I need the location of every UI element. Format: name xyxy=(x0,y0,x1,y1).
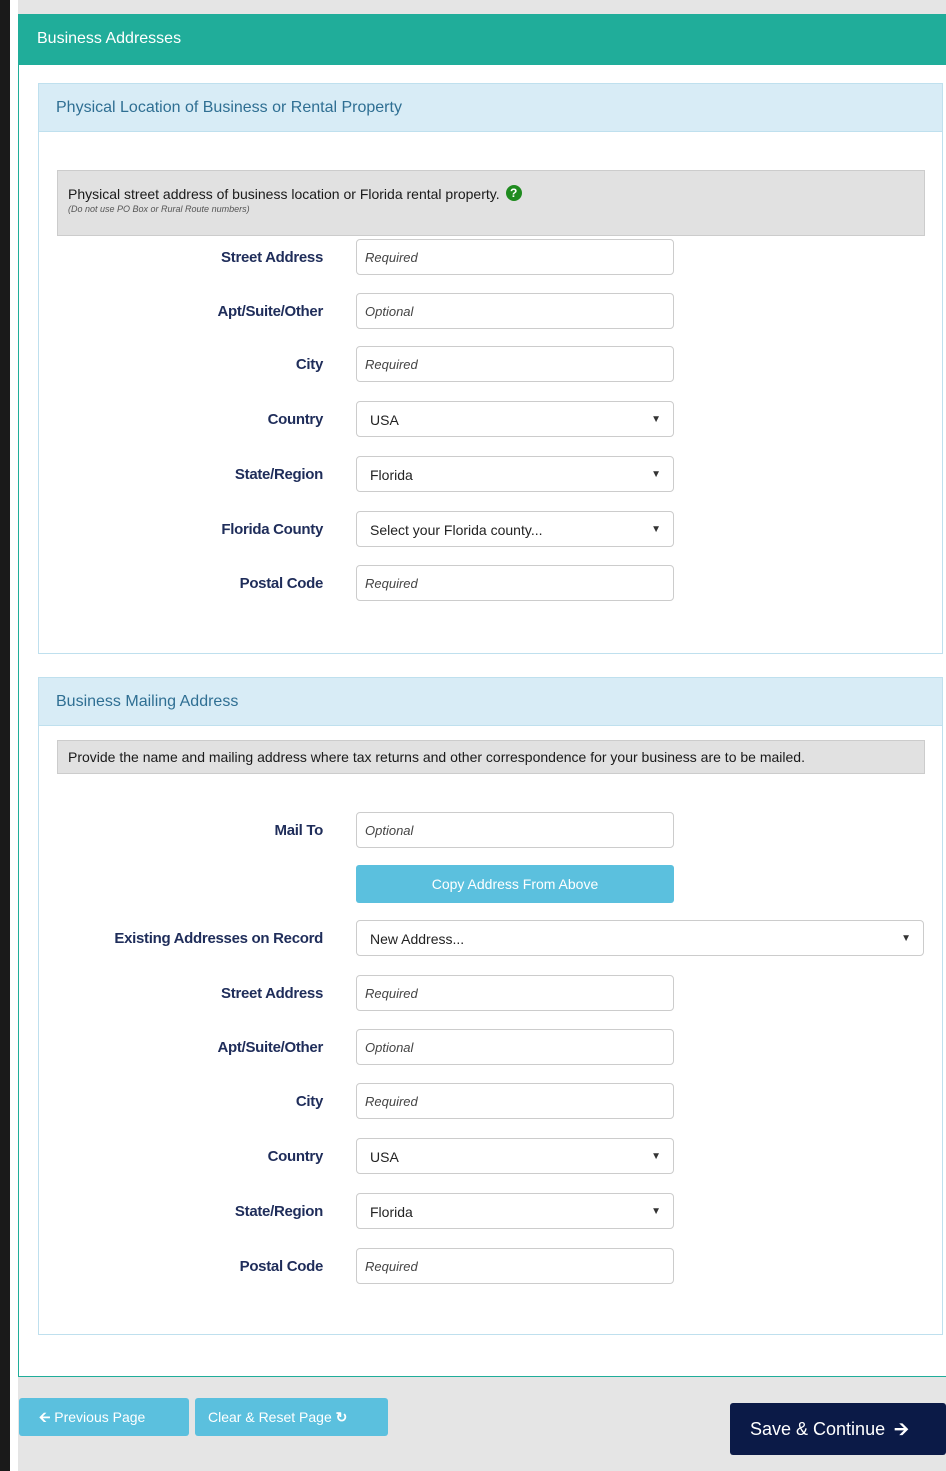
street-address-label: Street Address xyxy=(221,985,323,1002)
caret-down-icon: ▼ xyxy=(651,524,661,535)
physical-postal-input[interactable] xyxy=(356,565,674,601)
city-label: City xyxy=(295,1093,323,1110)
clear-reset-button[interactable]: Clear & Reset Page ↻ xyxy=(195,1398,388,1436)
physical-country-value: USA xyxy=(370,412,399,428)
existing-addresses-select[interactable]: New Address... ▼ xyxy=(356,920,924,956)
previous-page-button[interactable]: 🡨 Previous Page xyxy=(19,1398,189,1436)
caret-down-icon: ▼ xyxy=(651,1151,661,1162)
mailing-country-row: Country USA ▼ xyxy=(39,1138,942,1174)
physical-location-title: Physical Location of Business or Rental … xyxy=(39,84,942,132)
copy-address-button[interactable]: Copy Address From Above xyxy=(356,865,674,903)
physical-info-box: Physical street address of business loca… xyxy=(57,170,925,236)
window-left-border xyxy=(0,0,10,1471)
physical-county-select[interactable]: Select your Florida county... ▼ xyxy=(356,511,674,547)
postal-code-label: Postal Code xyxy=(239,575,324,592)
caret-down-icon: ▼ xyxy=(651,414,661,425)
state-region-label: State/Region xyxy=(234,466,323,483)
mailing-address-title: Business Mailing Address xyxy=(39,678,942,726)
physical-street-input[interactable] xyxy=(356,239,674,275)
physical-city-input[interactable] xyxy=(356,346,674,382)
mailing-postal-input[interactable] xyxy=(356,1248,674,1284)
mailing-country-select[interactable]: USA ▼ xyxy=(356,1138,674,1174)
mailing-state-value: Florida xyxy=(370,1204,413,1220)
physical-county-row: Florida County Select your Florida count… xyxy=(39,511,942,547)
mailing-state-select[interactable]: Florida ▼ xyxy=(356,1193,674,1229)
page-margin xyxy=(10,0,18,1471)
physical-county-value: Select your Florida county... xyxy=(370,522,543,538)
caret-down-icon: ▼ xyxy=(651,1206,661,1217)
physical-state-row: State/Region Florida ▼ xyxy=(39,456,942,492)
previous-page-label: Previous Page xyxy=(54,1409,146,1425)
physical-state-value: Florida xyxy=(370,467,413,483)
existing-addresses-label: Existing Addresses on Record xyxy=(114,930,323,947)
mailing-street-input[interactable] xyxy=(356,975,674,1011)
physical-location-panel: Physical Location of Business or Rental … xyxy=(38,83,943,654)
apt-suite-label: Apt/Suite/Other xyxy=(217,1039,323,1056)
mailing-address-panel: Business Mailing Address Provide the nam… xyxy=(38,677,943,1335)
mailing-country-value: USA xyxy=(370,1149,399,1165)
mailing-info-box: Provide the name and mailing address whe… xyxy=(57,740,925,774)
postal-code-label: Postal Code xyxy=(239,1258,324,1275)
existing-row: Existing Addresses on Record New Address… xyxy=(39,920,942,956)
business-addresses-panel: Business Addresses Physical Location of … xyxy=(18,14,946,1377)
physical-apt-row: Apt/Suite/Other xyxy=(39,293,942,329)
arrow-right-icon: 🡪 xyxy=(894,1419,909,1439)
state-region-label: State/Region xyxy=(234,1203,323,1220)
panel-title: Business Addresses xyxy=(19,15,946,65)
mailing-city-input[interactable] xyxy=(356,1083,674,1119)
country-label: Country xyxy=(267,1148,324,1165)
physical-state-select[interactable]: Florida ▼ xyxy=(356,456,674,492)
clear-reset-label: Clear & Reset Page xyxy=(208,1409,332,1425)
mailing-apt-row: Apt/Suite/Other xyxy=(39,1029,942,1065)
country-label: Country xyxy=(267,411,324,428)
mailing-info-text: Provide the name and mailing address whe… xyxy=(68,749,805,765)
street-address-label: Street Address xyxy=(221,249,323,266)
caret-down-icon: ▼ xyxy=(651,469,661,480)
mailing-apt-input[interactable] xyxy=(356,1029,674,1065)
physical-street-row: Street Address xyxy=(39,239,942,275)
mail-to-input[interactable] xyxy=(356,812,674,848)
caret-down-icon: ▼ xyxy=(901,933,911,944)
existing-addresses-value: New Address... xyxy=(370,931,465,947)
mailing-state-row: State/Region Florida ▼ xyxy=(39,1193,942,1229)
physical-postal-row: Postal Code xyxy=(39,565,942,601)
mailing-city-row: City xyxy=(39,1083,942,1119)
save-continue-button[interactable]: Save & Continue 🡪 xyxy=(730,1403,946,1455)
arrow-left-icon: 🡨 xyxy=(39,1409,51,1425)
florida-county-label: Florida County xyxy=(221,521,323,538)
mailing-postal-row: Postal Code xyxy=(39,1248,942,1284)
mailto-row: Mail To xyxy=(39,812,942,848)
physical-country-row: Country USA ▼ xyxy=(39,401,942,437)
physical-country-select[interactable]: USA ▼ xyxy=(356,401,674,437)
physical-info-note: (Do not use PO Box or Rural Route number… xyxy=(68,204,250,214)
physical-apt-input[interactable] xyxy=(356,293,674,329)
mail-to-label: Mail To xyxy=(274,822,324,839)
save-continue-label: Save & Continue xyxy=(750,1419,886,1439)
question-circle-icon[interactable]: ? xyxy=(505,185,522,201)
mailing-street-row: Street Address xyxy=(39,975,942,1011)
city-label: City xyxy=(295,356,323,373)
physical-info-text: Physical street address of business loca… xyxy=(68,186,500,202)
refresh-icon: ↻ xyxy=(335,1409,348,1425)
copy-row: Copy Address From Above xyxy=(39,865,942,903)
physical-city-row: City xyxy=(39,346,942,382)
apt-suite-label: Apt/Suite/Other xyxy=(217,303,323,320)
